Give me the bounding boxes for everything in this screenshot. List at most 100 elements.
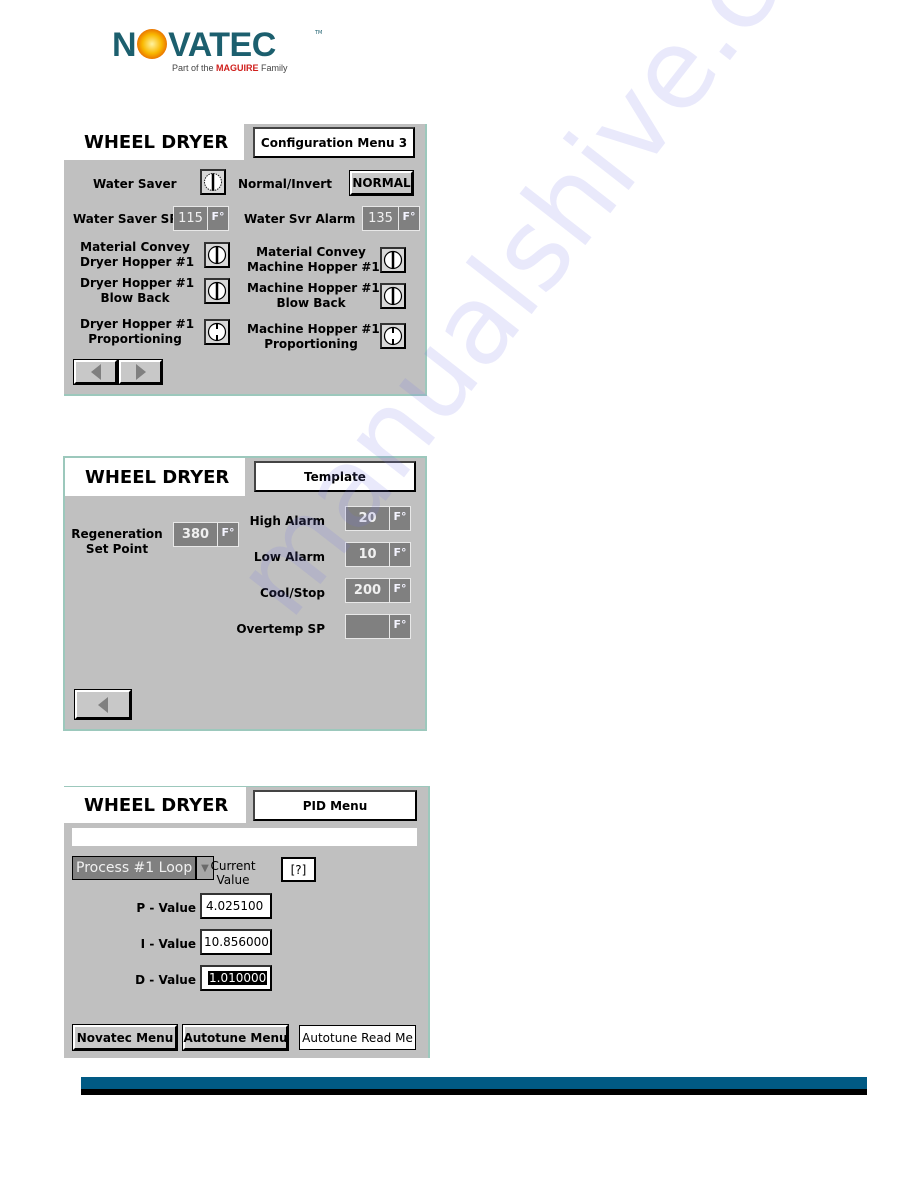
label-line: Dryer Hopper #1 [80, 255, 195, 269]
dryer-hopper-blow-back-toggle[interactable] [204, 278, 230, 304]
water-saver-toggle[interactable] [200, 169, 226, 195]
screen-title: WHEEL DRYER [85, 467, 230, 488]
cool-stop-field[interactable]: 200 F° [345, 578, 411, 603]
logo-wordmark: N VATEC [112, 26, 276, 64]
normal-invert-button[interactable]: NORMAL [350, 171, 413, 195]
label-line: Machine Hopper #1 [247, 260, 380, 274]
menu-title-box: Template [254, 461, 416, 492]
unit-label: F° [398, 206, 420, 231]
footer-bar-blue [81, 1077, 867, 1089]
high-alarm-value[interactable]: 20 [345, 506, 389, 531]
material-convey-machine-hopper-label: Material Convey Machine Hopper #1 [247, 245, 380, 275]
label-line: Dryer Hopper #1 [80, 276, 195, 290]
label-line: Material Convey [256, 245, 366, 259]
machine-hopper-proportioning-label: Machine Hopper #1 Proportioning [247, 322, 380, 352]
label-line: Proportioning [88, 332, 182, 346]
water-svr-alarm-field[interactable]: 135 F° [362, 206, 420, 231]
current-value-label: Current Value [210, 859, 256, 887]
valve-closed-icon [383, 326, 403, 346]
low-alarm-field[interactable]: 10 F° [345, 542, 411, 567]
screen-title: WHEEL DRYER [84, 795, 229, 816]
current-value-button[interactable]: [?] [281, 857, 316, 882]
menu-title-box: PID Menu [253, 790, 417, 821]
loop-select-dropdown[interactable]: Process #1 Loop ▼ [72, 856, 214, 880]
material-convey-dryer-hopper-label: Material Convey Dryer Hopper #1 [80, 240, 195, 270]
label-line: Regeneration [71, 527, 163, 541]
unit-label: F° [389, 614, 411, 639]
regeneration-set-point-field[interactable]: 380 F° [173, 522, 239, 547]
machine-hopper-blow-back-label: Machine Hopper #1 Blow Back [247, 281, 380, 311]
overtemp-sp-value[interactable] [345, 614, 389, 639]
high-alarm-field[interactable]: 20 F° [345, 506, 411, 531]
autotune-menu-button[interactable]: Autotune Menu [183, 1025, 288, 1050]
cool-stop-label: Cool/Stop [259, 586, 325, 600]
high-alarm-label: High Alarm [249, 514, 325, 528]
novatec-logo: N VATEC TM Part of the MAGUIRE Family [112, 28, 324, 74]
label-line: Blow Back [276, 296, 346, 310]
valve-hatched-icon [204, 173, 222, 191]
dryer-hopper-proportioning-label: Dryer Hopper #1 Proportioning [80, 317, 195, 347]
normal-invert-label: Normal/Invert [238, 177, 332, 191]
d-value-selected-text[interactable]: 1.010000 [208, 971, 268, 985]
p-value-input[interactable]: 4.025100 [200, 893, 272, 919]
low-alarm-value[interactable]: 10 [345, 542, 389, 567]
i-value-label: I - Value [140, 937, 196, 951]
machine-hopper-blow-back-toggle[interactable] [380, 283, 406, 309]
unit-label: F° [389, 506, 411, 531]
label-line: Set Point [85, 542, 149, 556]
trademark-mark: TM [315, 30, 323, 36]
loop-select-value[interactable]: Process #1 Loop [72, 856, 196, 880]
water-saver-sp-field[interactable]: 115 F° [173, 206, 229, 231]
overtemp-sp-field[interactable]: F° [345, 614, 411, 639]
water-svr-alarm-value[interactable]: 135 [362, 206, 398, 231]
water-saver-sp-value[interactable]: 115 [173, 206, 207, 231]
arrow-left-icon [98, 696, 108, 713]
unit-label: F° [389, 542, 411, 567]
p-value-label: P - Value [136, 901, 196, 915]
label-line: Machine Hopper #1 [247, 322, 380, 336]
dryer-hopper-blow-back-label: Dryer Hopper #1 Blow Back [80, 276, 195, 306]
pid-menu-panel: WHEEL DRYER PID Menu Process #1 Loop ▼ C… [64, 786, 430, 1058]
valve-open-icon [383, 250, 403, 270]
logo-tagline: Part of the MAGUIRE Family [172, 63, 288, 73]
config-menu-panel: WHEEL DRYER Configuration Menu 3 Water S… [64, 124, 427, 396]
template-panel: WHEEL DRYER Template Regeneration Set Po… [63, 456, 427, 731]
unit-label: F° [207, 206, 229, 231]
previous-page-button[interactable] [74, 360, 117, 384]
material-convey-dryer-hopper-toggle[interactable] [204, 242, 230, 268]
label-line: Current [210, 859, 256, 873]
valve-open-icon [207, 245, 227, 265]
regeneration-set-point-label: Regeneration Set Point [71, 527, 163, 557]
label-line: Dryer Hopper #1 [80, 317, 195, 331]
sun-icon [137, 29, 168, 59]
dryer-hopper-proportioning-toggle[interactable] [204, 319, 230, 345]
d-value-label: D - Value [135, 973, 196, 987]
valve-open-icon [207, 281, 227, 301]
valve-closed-icon [207, 322, 227, 342]
autotune-read-me-button[interactable]: Autotune Read Me [299, 1025, 416, 1050]
overtemp-sp-label: Overtemp SP [236, 622, 325, 636]
water-saver-label: Water Saver [93, 177, 177, 191]
back-button[interactable] [75, 690, 131, 719]
material-convey-machine-hopper-toggle[interactable] [380, 247, 406, 273]
screen-title: WHEEL DRYER [84, 132, 229, 153]
label-line: Value [216, 873, 250, 887]
d-value-input[interactable]: 1.010000 [200, 965, 272, 991]
label-line: Proportioning [264, 337, 358, 351]
regeneration-set-point-value[interactable]: 380 [173, 522, 217, 547]
low-alarm-label: Low Alarm [253, 550, 325, 564]
water-svr-alarm-label: Water Svr Alarm [244, 212, 356, 226]
next-page-button[interactable] [119, 360, 162, 384]
valve-open-icon [383, 286, 403, 306]
unit-label: F° [389, 578, 411, 603]
water-saver-sp-label: Water Saver SP [73, 212, 179, 226]
label-line: Material Convey [80, 240, 190, 254]
machine-hopper-proportioning-toggle[interactable] [380, 323, 406, 349]
label-line: Machine Hopper #1 [247, 281, 380, 295]
label-line: Blow Back [100, 291, 170, 305]
arrow-left-icon [90, 364, 101, 380]
i-value-input[interactable]: 10.856000 [200, 929, 272, 955]
status-bar [72, 828, 417, 846]
cool-stop-value[interactable]: 200 [345, 578, 389, 603]
novatec-menu-button[interactable]: Novatec Menu [73, 1025, 177, 1050]
